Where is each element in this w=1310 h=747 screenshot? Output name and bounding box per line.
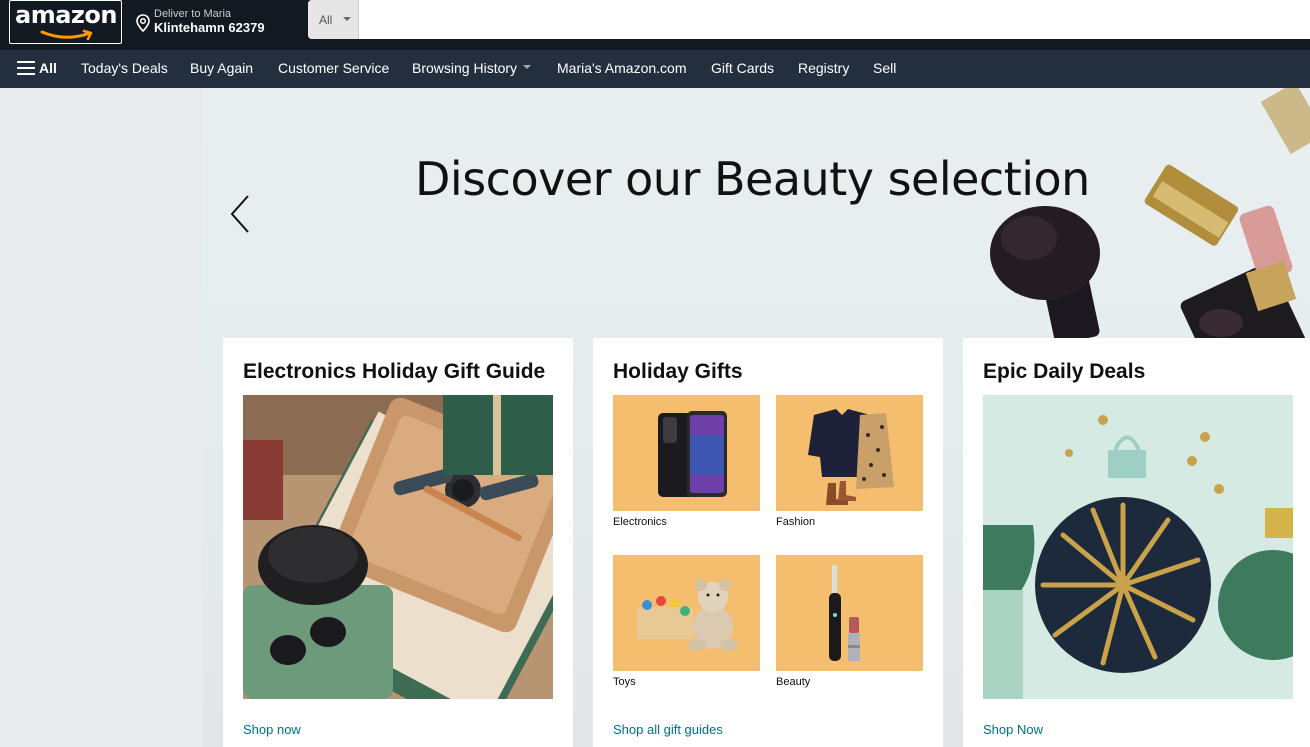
nav-gift-cards[interactable]: Gift Cards (711, 60, 774, 76)
card-title: Epic Daily Deals (983, 360, 1146, 383)
beauty-image (776, 555, 923, 671)
search-category-dropdown[interactable]: All (308, 0, 359, 39)
tile-label: Electronics (613, 516, 667, 528)
deliver-to-location[interactable]: Deliver to Maria Klintehamn 62379 (132, 3, 297, 39)
deliver-label: Deliver to Maria (154, 8, 232, 20)
card-electronics-gift-guide: Electronics Holiday Gift Guide Shop now (223, 338, 573, 747)
nav-sell[interactable]: Sell (873, 60, 896, 76)
nav-marias-amazon[interactable]: Maria's Amazon.com (557, 60, 687, 76)
amazon-logo[interactable]: amazon (9, 0, 122, 44)
shop-now-link[interactable]: Shop now (243, 722, 301, 737)
card-title: Electronics Holiday Gift Guide (243, 360, 546, 383)
logo-smile-icon (40, 29, 93, 41)
nav-all-button[interactable]: All (39, 60, 57, 76)
electronics-gift-image[interactable] (243, 395, 553, 699)
tile-label: Fashion (776, 516, 816, 528)
location-pin-icon (136, 14, 150, 32)
shop-all-gift-guides-link[interactable]: Shop all gift guides (613, 722, 723, 737)
nav-bar: All Today's Deals Buy Again Customer Ser… (0, 50, 1310, 88)
toys-image (613, 555, 760, 671)
card-holiday-gifts: Holiday Gifts Electronics Fashion Toys B… (593, 338, 943, 747)
hamburger-menu-icon[interactable] (17, 61, 35, 76)
caret-down-icon (343, 17, 351, 21)
tile-fashion[interactable]: Fashion (776, 395, 923, 528)
card-title: Holiday Gifts (613, 360, 743, 383)
tile-label: Beauty (776, 676, 811, 688)
search-bar: All (308, 0, 1310, 39)
nav-todays-deals[interactable]: Today's Deals (81, 60, 168, 76)
tile-electronics[interactable]: Electronics (613, 395, 760, 528)
fashion-image (776, 395, 923, 511)
tile-beauty[interactable]: Beauty (776, 555, 923, 688)
epic-deals-image[interactable] (983, 395, 1293, 699)
caret-down-icon (523, 65, 532, 70)
search-input[interactable] (360, 0, 1308, 39)
logo-text: amazon (15, 1, 117, 29)
top-header: amazon Deliver to Maria Klintehamn 62379… (0, 0, 1310, 50)
shop-now-link[interactable]: Shop Now (983, 722, 1043, 737)
search-category-label: All (319, 13, 333, 27)
card-epic-daily-deals: Epic Daily Deals Shop Now (963, 338, 1310, 747)
chevron-left-icon[interactable] (228, 194, 252, 234)
deliver-address: Klintehamn 62379 (154, 20, 265, 35)
beauty-products-image (990, 88, 1310, 338)
nav-registry[interactable]: Registry (798, 60, 849, 76)
nav-buy-again[interactable]: Buy Again (190, 60, 253, 76)
nav-browsing-history-label: Browsing History (412, 60, 518, 76)
tile-label: Toys (613, 676, 636, 688)
nav-customer-service[interactable]: Customer Service (278, 60, 389, 76)
tile-toys[interactable]: Toys (613, 555, 760, 688)
electronics-image (613, 395, 760, 511)
nav-browsing-history[interactable]: Browsing History (412, 60, 532, 76)
left-background (0, 88, 203, 747)
